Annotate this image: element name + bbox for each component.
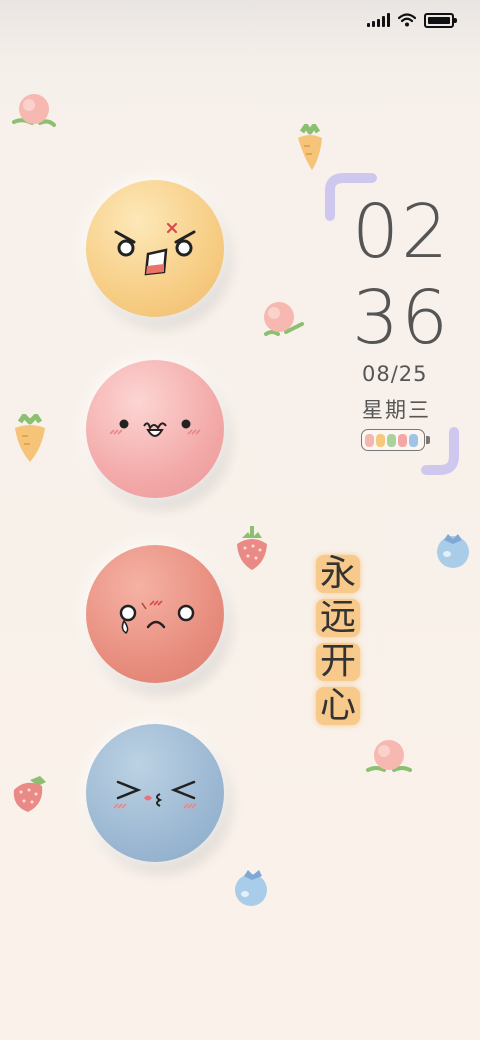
battery-segment bbox=[365, 433, 374, 447]
peach-icon bbox=[12, 94, 56, 127]
surprised-face bbox=[86, 360, 224, 498]
peach-icon bbox=[264, 302, 304, 336]
battery-segment bbox=[376, 433, 385, 447]
weekday-text: 星期三 bbox=[362, 398, 431, 422]
crying-face-features bbox=[119, 600, 195, 634]
squinting-kiss-face bbox=[86, 724, 224, 862]
angry-face bbox=[86, 180, 224, 317]
blueberry-icon bbox=[437, 534, 469, 568]
peach-icon bbox=[366, 740, 412, 772]
carrot-icon bbox=[298, 124, 322, 170]
strawberry-icon bbox=[237, 526, 267, 570]
bracket-bottom-icon bbox=[421, 427, 459, 475]
clock-hour: 02 bbox=[352, 189, 451, 275]
blueberry-icon bbox=[235, 870, 267, 906]
battery-segment bbox=[409, 433, 418, 447]
battery-widget bbox=[361, 429, 430, 451]
surprised-face-features bbox=[109, 419, 201, 437]
strawberry-icon bbox=[13, 776, 46, 812]
battery-segment bbox=[387, 433, 396, 447]
motto-char: 心 bbox=[315, 687, 360, 725]
date-text: 08/25 bbox=[362, 362, 428, 386]
squinting-kiss-face-features bbox=[113, 780, 197, 809]
wifi-icon bbox=[398, 13, 416, 27]
signal-bars-icon bbox=[367, 13, 390, 27]
battery-segment bbox=[398, 433, 407, 447]
motto-char: 永 bbox=[315, 555, 360, 593]
carrot-icon bbox=[15, 414, 45, 462]
status-bar bbox=[367, 8, 457, 32]
battery-full-icon bbox=[424, 12, 457, 28]
crying-face bbox=[86, 545, 224, 683]
clock-minute: 36 bbox=[352, 275, 451, 361]
angry-face-features bbox=[114, 222, 196, 276]
motto-char: 远 bbox=[315, 599, 360, 637]
motto-text: 永 远 开 心 bbox=[312, 555, 364, 725]
motto-char: 开 bbox=[315, 643, 360, 681]
